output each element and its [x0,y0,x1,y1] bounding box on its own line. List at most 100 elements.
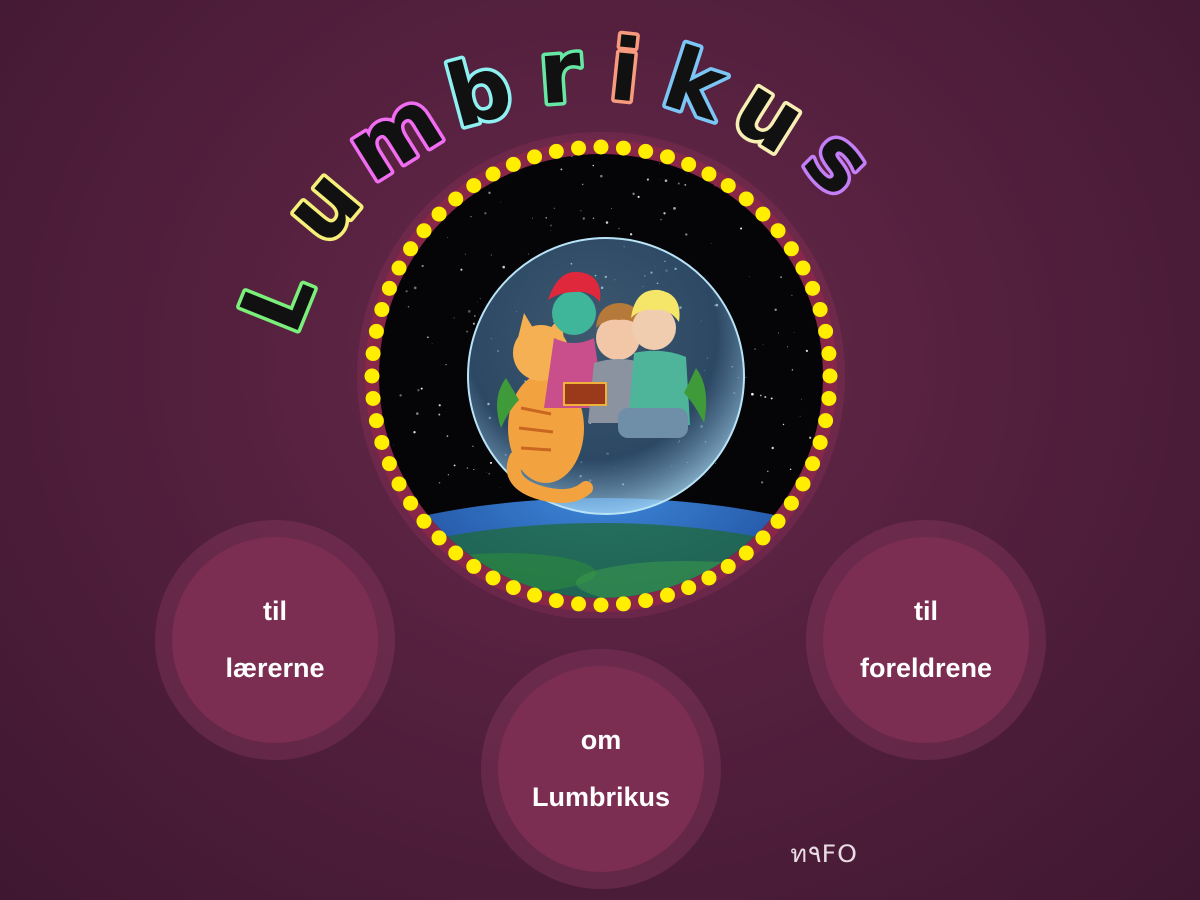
teachers-button[interactable]: til lærerne [155,520,395,760]
border-dot [783,495,799,511]
star [420,387,423,390]
star [399,394,402,397]
star [754,348,756,350]
star [362,216,363,217]
nafo-logo-icon[interactable]: ท۹FO [790,834,858,873]
star [428,187,430,189]
star [382,219,385,222]
border-dot [821,390,837,406]
star [405,290,408,293]
star [488,191,491,195]
border-dot [681,580,697,596]
star [488,473,490,475]
star [827,165,829,167]
star [473,468,475,471]
star [395,179,397,181]
border-dot [818,323,834,339]
star [760,481,764,484]
border-dot [571,596,587,612]
star [770,397,773,400]
star [592,217,595,219]
border-dot [448,545,464,561]
star [390,185,391,187]
star [466,467,469,469]
star [364,239,366,241]
star [402,203,405,206]
border-dot [770,513,786,529]
star [553,207,556,210]
star [464,253,466,255]
parents-button[interactable]: til foreldrene [806,520,1046,760]
star [762,191,764,193]
star [473,314,476,317]
star [460,268,463,271]
star [791,369,794,371]
star [367,251,369,253]
border-dot [720,558,736,574]
border-dot [391,476,407,492]
border-dot [548,143,564,159]
star [764,395,767,399]
border-dot [755,530,771,546]
border-dot [381,280,397,296]
star [453,464,456,467]
border-dot [638,143,654,159]
star [386,255,388,257]
title-letter: L [221,257,334,345]
star [799,197,803,201]
star [518,138,519,139]
star [592,131,593,132]
star [413,431,416,434]
star [545,217,547,219]
star [791,294,793,297]
border-dot [381,456,397,472]
border-dot [365,390,381,406]
star [466,330,469,333]
border-dot [466,178,482,194]
star [701,133,702,134]
star [492,144,494,146]
border-dot [416,513,432,529]
border-dot [431,530,447,546]
border-dot [485,166,501,182]
star [676,130,677,131]
star [550,224,552,227]
border-dot [770,223,786,239]
star [782,423,785,426]
border-dot [818,413,834,429]
star [789,468,792,471]
star [526,134,527,135]
border-dot [571,140,587,156]
border-dot [805,456,821,472]
star [629,233,633,236]
star [745,376,747,378]
border-dot [368,323,384,339]
star [632,192,635,196]
star [683,128,684,129]
star [470,215,472,218]
border-dot [638,593,654,609]
star [416,412,419,415]
star [715,463,716,464]
border-dot [548,593,564,609]
star [420,131,422,133]
star [421,264,424,268]
star [777,332,780,334]
star [611,208,612,209]
star [500,201,502,203]
border-dot [615,140,631,156]
border-dot [431,206,447,222]
about-button[interactable]: om Lumbrikus [481,649,721,889]
star [600,174,603,178]
star [438,482,441,484]
star [767,470,769,473]
star [637,195,640,198]
border-dot [365,346,381,362]
border-dot [812,434,828,450]
star [684,183,687,186]
star [834,482,835,483]
star [560,168,563,171]
star [833,192,834,193]
star [437,128,439,130]
star [380,259,383,262]
